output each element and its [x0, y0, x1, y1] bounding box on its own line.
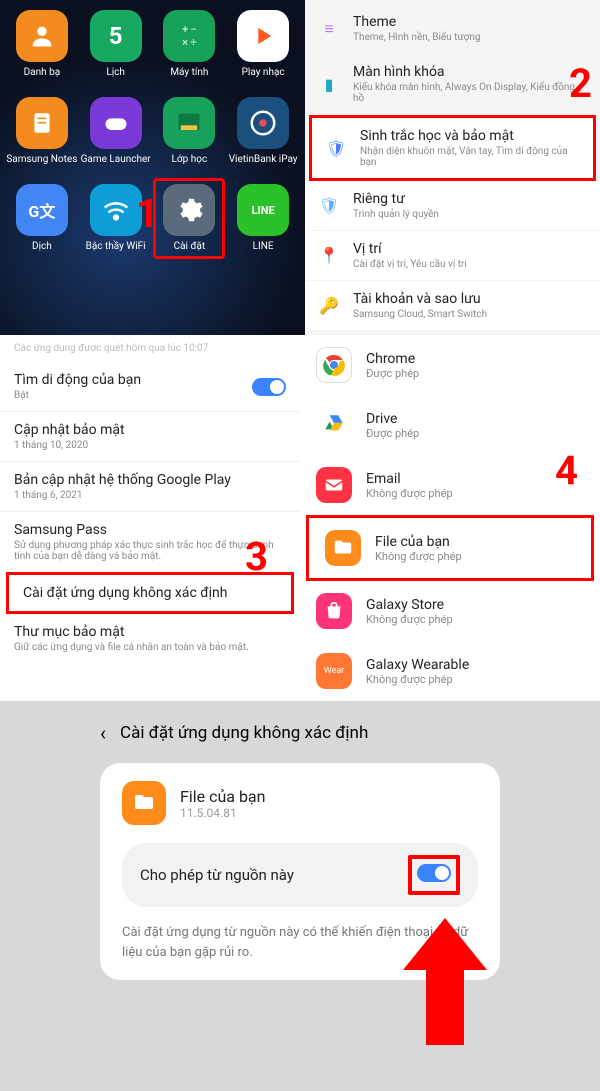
drive-icon: [316, 407, 352, 443]
app-calculator[interactable]: +−×÷Máy tính: [153, 10, 225, 79]
backup-icon: 🔑: [319, 296, 339, 316]
step-3-marker: 3: [245, 533, 268, 580]
setting-security-update[interactable]: Cập nhật bảo mật 1 tháng 10, 2020: [0, 412, 300, 462]
back-button[interactable]: ‹: [100, 721, 106, 745]
app-row-galaxy-wearable[interactable]: WearGalaxy WearableKhông được phép: [300, 641, 600, 701]
theme-icon: ≡: [319, 19, 339, 39]
settings-list-panel: ≡ThemeTheme, Hình nền, Biểu tượng ▮Màn h…: [305, 0, 600, 335]
folder-icon: [122, 781, 166, 825]
contacts-icon: [16, 10, 68, 62]
setting-biometrics-security[interactable]: 🛡Sinh trắc học và bảo mậtNhận diện khuôn…: [309, 115, 596, 181]
install-unknown-detail-panel: ‹ Cài đặt ứng dụng không xác định File c…: [0, 701, 600, 1040]
location-icon: 📍: [319, 246, 339, 266]
find-my-mobile-toggle[interactable]: [252, 378, 286, 396]
step-1-marker: 1: [136, 190, 159, 237]
folder-icon: [325, 530, 361, 566]
app-version: 11.5.04.81: [180, 806, 265, 820]
setting-location[interactable]: 📍Vị tríCài đặt vị trí, Yêu cầu vị trí: [305, 231, 600, 280]
calculator-icon: +−×÷: [163, 10, 215, 62]
privacy-icon: 🛡: [319, 196, 339, 216]
play-music-icon: [237, 10, 289, 62]
gear-icon: [163, 184, 215, 236]
setting-accounts-backup[interactable]: 🔑Tài khoản và sao lưuSamsung Cloud, Smar…: [305, 281, 600, 330]
app-title: File của bạn: [180, 787, 265, 806]
scan-status: Các ứng dụng được quét hôm qua lúc 10:07: [0, 335, 300, 362]
step-4-marker: 4: [555, 447, 578, 494]
app-classroom[interactable]: Lớp học: [153, 97, 225, 166]
line-icon: LINE: [237, 184, 289, 236]
wifi-icon: [90, 184, 142, 236]
setting-lockscreen[interactable]: ▮Màn hình khóaKiểu khóa màn hình, Always…: [305, 54, 600, 114]
app-play-music[interactable]: Play nhạc: [227, 10, 299, 79]
vietinbank-icon: [237, 97, 289, 149]
app-contacts[interactable]: Danh bạ: [6, 10, 78, 79]
setting-find-my-mobile[interactable]: Tìm di động của bạn Bật: [0, 362, 300, 412]
app-row-drive[interactable]: DriveĐược phép: [300, 395, 600, 455]
lock-icon: ▮: [319, 74, 339, 94]
step-2-marker: 2: [569, 60, 592, 107]
notes-icon: [16, 97, 68, 149]
app-row-my-files[interactable]: File của bạnKhông được phép: [306, 515, 594, 581]
setting-google-play-update[interactable]: Bản cập nhật hệ thống Google Play 1 thán…: [0, 462, 300, 512]
page-title: Cài đặt ứng dụng không xác định: [120, 723, 368, 743]
chrome-icon: [316, 347, 352, 383]
email-icon: [316, 467, 352, 503]
galaxy-store-icon: [316, 593, 352, 629]
galaxy-wearable-icon: Wear: [316, 653, 352, 689]
unknown-apps-list-panel: ChromeĐược phép DriveĐược phép EmailKhôn…: [300, 335, 600, 701]
allow-from-source-toggle[interactable]: [417, 864, 451, 882]
app-game-launcher[interactable]: Game Launcher: [80, 97, 152, 166]
setting-theme[interactable]: ≡ThemeTheme, Hình nền, Biểu tượng: [305, 4, 600, 53]
app-line[interactable]: LINELINE: [227, 184, 299, 253]
security-settings-panel: Các ứng dụng được quét hôm qua lúc 10:07…: [0, 335, 300, 701]
app-row-chrome[interactable]: ChromeĐược phép: [300, 335, 600, 395]
allow-from-source-label: Cho phép từ nguồn này: [140, 866, 294, 884]
app-drawer-panel: Danh bạ 5Lịch +−×÷Máy tính Play nhạc Sam…: [0, 0, 305, 335]
app-calendar[interactable]: 5Lịch: [80, 10, 152, 79]
app-translate[interactable]: G文Dịch: [6, 184, 78, 253]
app-settings[interactable]: Cài đặt: [153, 178, 225, 259]
app-vietinbank[interactable]: VietinBank iPay: [227, 97, 299, 166]
toggle-highlight: [408, 855, 460, 895]
game-launcher-icon: [90, 97, 142, 149]
app-row-galaxy-store[interactable]: Galaxy StoreKhông được phép: [300, 581, 600, 641]
shield-icon: 🛡: [326, 138, 346, 158]
setting-secure-folder[interactable]: Thư mục bảo mật Giữ các ứng dụng và file…: [0, 614, 300, 663]
calendar-icon: 5: [90, 10, 142, 62]
app-samsung-notes[interactable]: Samsung Notes: [6, 97, 78, 166]
translate-icon: G文: [16, 184, 68, 236]
classroom-icon: [163, 97, 215, 149]
setting-privacy[interactable]: 🛡Riêng tưTrình quản lý quyền: [305, 181, 600, 230]
